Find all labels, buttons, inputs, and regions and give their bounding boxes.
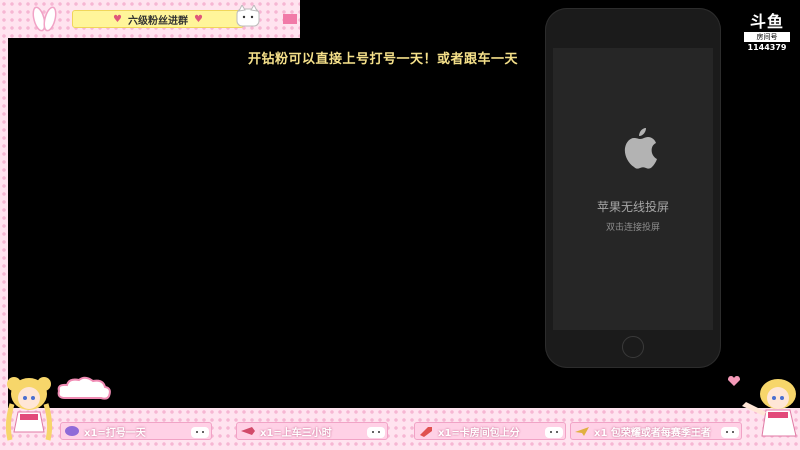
- room-id: 1144379: [747, 43, 787, 52]
- douyu-watermark: 斗鱼 房间号 1144379: [744, 14, 790, 52]
- douyu-logo: 斗鱼: [749, 12, 784, 31]
- chat-bubble-icon: [65, 426, 79, 436]
- pink-flag-icon: [283, 14, 297, 24]
- home-button: [622, 336, 644, 358]
- bunny-ears-icon: [32, 6, 57, 32]
- phone-screen[interactable]: 苹果无线投屏 双击连接投屏: [553, 48, 713, 330]
- gift-panel-label: x1=上车三小时: [260, 427, 332, 439]
- apple-logo-icon: [624, 128, 657, 169]
- plane-icon: [575, 427, 589, 436]
- fan-group-text: 六级粉丝进群: [128, 15, 188, 27]
- cat-face-icon: [721, 427, 739, 438]
- anime-girl-right-icon: [742, 379, 797, 437]
- gift-panel-4: x1 包荣耀或者每赛季王者: [570, 422, 742, 440]
- gift-panel-3: x1=卡房间包上分: [414, 422, 566, 440]
- airplay-subtitle: 双击连接投屏: [605, 223, 660, 233]
- cat-face-icon: [191, 427, 209, 438]
- room-label: 房间号: [744, 32, 790, 42]
- heart-icon: ♥: [113, 13, 122, 25]
- anime-girl-left-icon: [5, 377, 53, 441]
- gift-panel-label: x1=卡房间包上分: [438, 427, 520, 439]
- cat-face-icon: [367, 427, 385, 438]
- rocket-icon: [241, 427, 255, 435]
- gift-panel-label: x1=打号一天: [84, 427, 146, 439]
- heart-icon: ♥: [194, 13, 203, 25]
- frame-left-border: [0, 38, 8, 408]
- cat-face-icon: [545, 427, 563, 438]
- airplay-title: 苹果无线投屏: [596, 200, 669, 214]
- super-rocket-icon: [420, 427, 432, 437]
- fan-group-banner: ♥ 六级粉丝进群 ♥: [72, 10, 244, 28]
- gift-panel-1: x1=打号一天: [60, 422, 212, 440]
- gift-panel-2: x1=上车三小时: [236, 422, 388, 440]
- gift-panel-label: x1 包荣耀或者每赛季王者: [594, 427, 711, 439]
- pink-cloud-icon: [57, 376, 111, 400]
- stream-title: 开钻粉可以直接上号打号一天！或者跟车一天: [248, 52, 519, 67]
- cat-face-icon: [236, 5, 260, 27]
- phone-mockup: 苹果无线投屏 双击连接投屏: [545, 8, 721, 368]
